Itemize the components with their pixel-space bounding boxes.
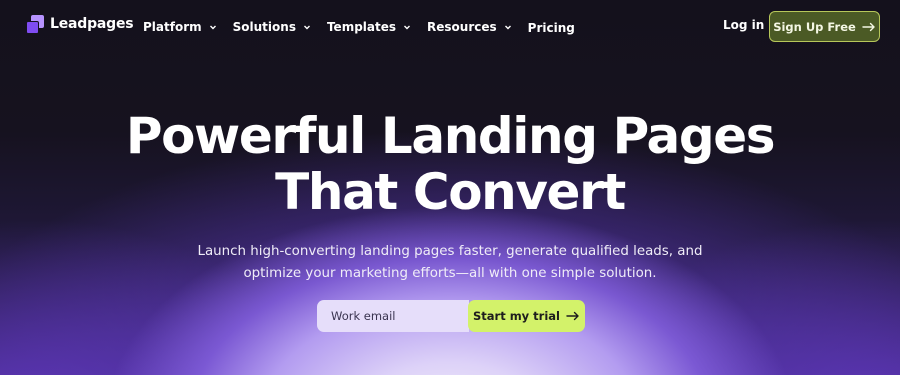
chevron-down-icon <box>209 25 216 29</box>
chevron-down-icon <box>303 25 310 29</box>
brand-logo[interactable]: Leadpages <box>26 15 134 34</box>
nav-item-pricing[interactable]: Pricing <box>528 21 575 35</box>
nav-item-label: Resources <box>427 19 497 34</box>
nav-item-resources[interactable]: Resources <box>427 20 512 34</box>
email-field[interactable] <box>317 300 469 332</box>
hero-title-line2: That Convert <box>275 163 626 221</box>
hero-subtitle: Launch high-converting landing pages fas… <box>180 241 720 285</box>
chevron-down-icon <box>504 25 511 29</box>
hero-title: Powerful Landing Pages That Convert <box>0 108 900 220</box>
start-trial-label: Start my trial <box>472 309 560 323</box>
leadpages-logo-icon <box>26 15 44 34</box>
hero-subtitle-line2: optimize your marketing efforts—all with… <box>243 266 657 281</box>
nav-item-label: Pricing <box>527 21 575 35</box>
hero-subtitle-line1: Launch high-converting landing pages fas… <box>197 244 703 259</box>
arrow-right-icon <box>566 311 579 321</box>
brand-name: Leadpages <box>50 16 134 32</box>
top-nav: Leadpages Platform Solutions Templates R… <box>0 0 900 54</box>
start-trial-button[interactable]: Start my trial <box>468 300 585 332</box>
nav-links: Platform Solutions Templates Resources P… <box>143 18 591 36</box>
nav-item-label: Solutions <box>232 19 296 34</box>
nav-item-templates[interactable]: Templates <box>327 20 411 34</box>
signup-button-label: Sign Up Free <box>773 19 856 34</box>
nav-item-label: Templates <box>326 19 397 34</box>
nav-item-solutions[interactable]: Solutions <box>233 20 311 34</box>
signup-button[interactable]: Sign Up Free <box>769 11 880 42</box>
chevron-down-icon <box>404 25 411 29</box>
nav-item-label: Platform <box>143 19 202 34</box>
login-link[interactable]: Log in <box>723 18 764 32</box>
arrow-right-icon <box>862 22 875 31</box>
nav-item-platform[interactable]: Platform <box>143 20 217 34</box>
signup-form: Start my trial <box>317 300 585 332</box>
hero-title-line1: Powerful Landing Pages <box>125 107 776 165</box>
